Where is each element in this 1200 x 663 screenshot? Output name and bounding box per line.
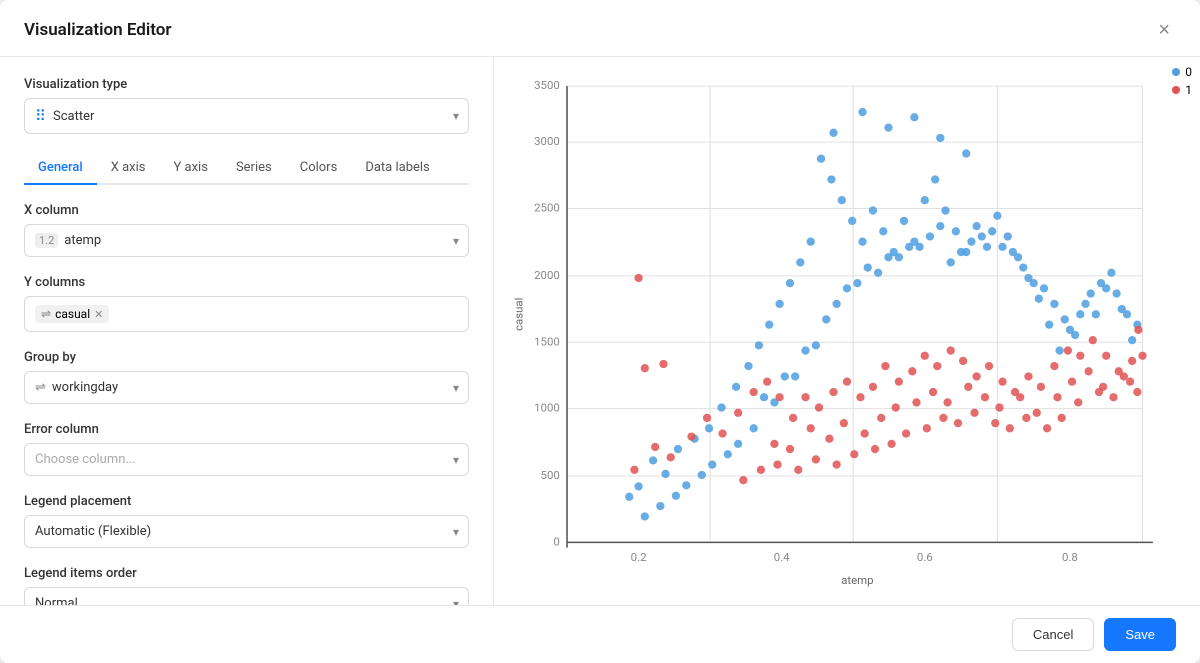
legend-items-select-wrapper: Normal ▾: [24, 587, 469, 605]
svg-text:0: 0: [553, 534, 559, 548]
viz-type-label: Visualization type: [24, 77, 469, 92]
svg-text:1500: 1500: [534, 334, 560, 348]
group-by-select[interactable]: ⇌ workingday: [24, 371, 469, 404]
modal-body: Visualization type ⠿ Scatter ▾ General X…: [0, 57, 1200, 605]
y-columns-label: Y columns: [24, 275, 469, 290]
svg-text:1000: 1000: [534, 401, 560, 415]
group-by-select-wrapper: ⇌ workingday ▾: [24, 371, 469, 404]
tab-yaxis[interactable]: Y axis: [160, 152, 222, 185]
x-column-select-wrapper: 1.2 atemp ▾: [24, 224, 469, 257]
legend-items-label: Legend items order: [24, 566, 469, 581]
scatter-icon: ⠿: [35, 107, 46, 125]
svg-text:2500: 2500: [534, 201, 560, 215]
svg-text:0.8: 0.8: [1062, 550, 1078, 564]
legend-placement-value: Automatic (Flexible): [35, 524, 151, 539]
y-columns-group: Y columns ⇌ casual ✕: [24, 275, 469, 332]
error-column-select-wrapper: Choose column... ▾: [24, 443, 469, 476]
svg-text:2000: 2000: [534, 268, 560, 282]
viz-type-value: Scatter: [53, 109, 94, 124]
legend-label-1: 1: [1185, 83, 1192, 97]
x-column-value: atemp: [64, 233, 101, 248]
x-column-label: X column: [24, 203, 469, 218]
legend-placement-select[interactable]: Automatic (Flexible): [24, 515, 469, 548]
viz-type-select-wrapper: ⠿ Scatter ▾: [24, 98, 469, 134]
modal-footer: Cancel Save: [0, 605, 1200, 663]
close-button[interactable]: ×: [1152, 18, 1176, 42]
legend-label-0: 0: [1185, 65, 1192, 79]
tab-colors[interactable]: Colors: [286, 152, 352, 185]
svg-text:casual: casual: [511, 298, 525, 331]
y-columns-input[interactable]: ⇌ casual ✕: [24, 296, 469, 332]
tab-datalabels[interactable]: Data labels: [351, 152, 443, 185]
modal-header: Visualization Editor ×: [0, 0, 1200, 57]
x-column-select[interactable]: 1.2 atemp: [24, 224, 469, 257]
error-column-placeholder: Choose column...: [35, 452, 136, 467]
tab-general[interactable]: General: [24, 152, 97, 185]
right-panel: 0 1: [494, 57, 1200, 605]
casual-tag-remove[interactable]: ✕: [94, 308, 103, 321]
legend-placement-select-wrapper: Automatic (Flexible) ▾: [24, 515, 469, 548]
svg-text:atemp: atemp: [841, 573, 873, 587]
group-by-type-icon: ⇌: [35, 380, 46, 395]
modal-title: Visualization Editor: [24, 20, 172, 40]
viz-type-select[interactable]: ⠿ Scatter: [24, 98, 469, 134]
error-column-label: Error column: [24, 422, 469, 437]
visualization-editor-modal: Visualization Editor × Visualization typ…: [0, 0, 1200, 663]
legend-items-value: Normal: [35, 596, 78, 605]
cancel-button[interactable]: Cancel: [1012, 618, 1094, 651]
group-by-value: workingday: [52, 380, 118, 395]
tab-series[interactable]: Series: [222, 152, 286, 185]
x-column-type-icon: 1.2: [35, 233, 58, 248]
svg-text:0.6: 0.6: [917, 550, 933, 564]
viz-type-group: Visualization type ⠿ Scatter ▾: [24, 77, 469, 134]
legend-placement-label: Legend placement: [24, 494, 469, 509]
svg-text:0.4: 0.4: [774, 550, 790, 564]
y-column-tag-casual: ⇌ casual ✕: [35, 305, 109, 323]
group-by-group: Group by ⇌ workingday ▾: [24, 350, 469, 404]
error-column-group: Error column Choose column... ▾: [24, 422, 469, 476]
svg-text:3000: 3000: [534, 134, 560, 148]
casual-tag-label: casual: [55, 307, 90, 321]
svg-text:3500: 3500: [534, 78, 560, 92]
error-column-select[interactable]: Choose column...: [24, 443, 469, 476]
group-by-label: Group by: [24, 350, 469, 365]
tabs-row: General X axis Y axis Series Colors Data…: [24, 152, 469, 185]
tab-xaxis[interactable]: X axis: [97, 152, 160, 185]
legend-placement-group: Legend placement Automatic (Flexible) ▾: [24, 494, 469, 548]
x-column-group: X column 1.2 atemp ▾: [24, 203, 469, 257]
scatter-chart: 0 500 1000 1500 2000 2500 3000 3500 0.2 …: [510, 73, 1184, 597]
casual-type-icon: ⇌: [41, 307, 51, 321]
svg-text:0.2: 0.2: [631, 550, 647, 564]
save-button[interactable]: Save: [1104, 618, 1176, 651]
left-panel: Visualization type ⠿ Scatter ▾ General X…: [0, 57, 494, 605]
chart-area: 0 500 1000 1500 2000 2500 3000 3500 0.2 …: [510, 73, 1184, 597]
svg-text:500: 500: [541, 468, 560, 482]
legend-items-group: Legend items order Normal ▾: [24, 566, 469, 605]
legend-items-select[interactable]: Normal: [24, 587, 469, 605]
